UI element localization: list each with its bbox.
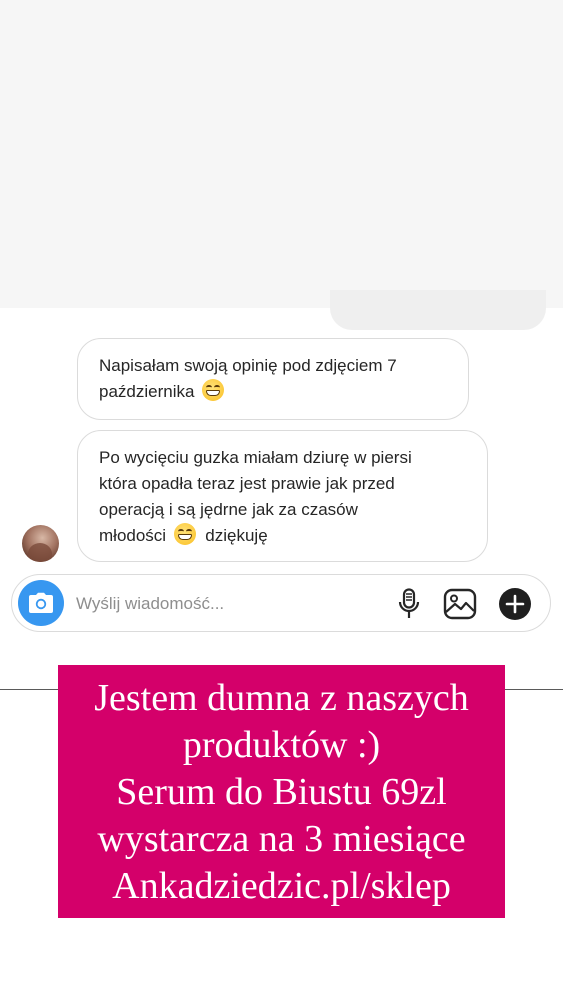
add-button[interactable] bbox=[498, 587, 532, 621]
plus-icon bbox=[499, 588, 531, 620]
promo-line: Jestem dumna z naszych bbox=[94, 677, 469, 719]
grinning-face-emoji-icon bbox=[173, 523, 196, 545]
avatar[interactable] bbox=[22, 525, 59, 562]
promo-line: produktów :) bbox=[182, 724, 381, 766]
message-input[interactable]: Wyślij wiadomość... bbox=[76, 593, 376, 615]
camera-icon bbox=[29, 592, 53, 613]
message-text-line: października bbox=[99, 379, 448, 405]
promo-line: Ankadziedzic.pl/sklep bbox=[112, 865, 451, 907]
camera-button[interactable] bbox=[18, 580, 64, 626]
message-bubble: Napisałam swoją opinię pod zdjęciem 7 pa… bbox=[77, 338, 469, 420]
message-text-line: Po wycięciu guzka miałam dziurę w piersi bbox=[99, 448, 412, 467]
grinning-face-emoji-icon bbox=[202, 379, 225, 401]
promo-line: Serum do Biustu 69zl bbox=[116, 771, 447, 813]
message-composer: Wyślij wiadomość... bbox=[11, 574, 551, 632]
promo-line: wystarcza na 3 miesiące bbox=[97, 818, 466, 860]
previous-message-bubble bbox=[330, 290, 546, 330]
message-bubble: Po wycięciu guzka miałam dziurę w piersi… bbox=[77, 430, 488, 562]
message-text-line: operacją i są jędrne jak za czasów bbox=[99, 500, 358, 519]
microphone-icon bbox=[398, 588, 420, 618]
gallery-button[interactable] bbox=[442, 587, 478, 621]
gallery-icon bbox=[443, 588, 477, 620]
message-text-line: która opadła teraz jest prawie jak przed bbox=[99, 474, 395, 493]
story-top-area bbox=[0, 0, 563, 308]
promo-text-box: Jestem dumna z naszych produktów :) Seru… bbox=[58, 665, 505, 918]
message-text-line: młodości dziękuję bbox=[99, 523, 467, 549]
microphone-button[interactable] bbox=[392, 587, 426, 621]
message-text-line: Napisałam swoją opinię pod zdjęciem 7 bbox=[99, 356, 397, 375]
